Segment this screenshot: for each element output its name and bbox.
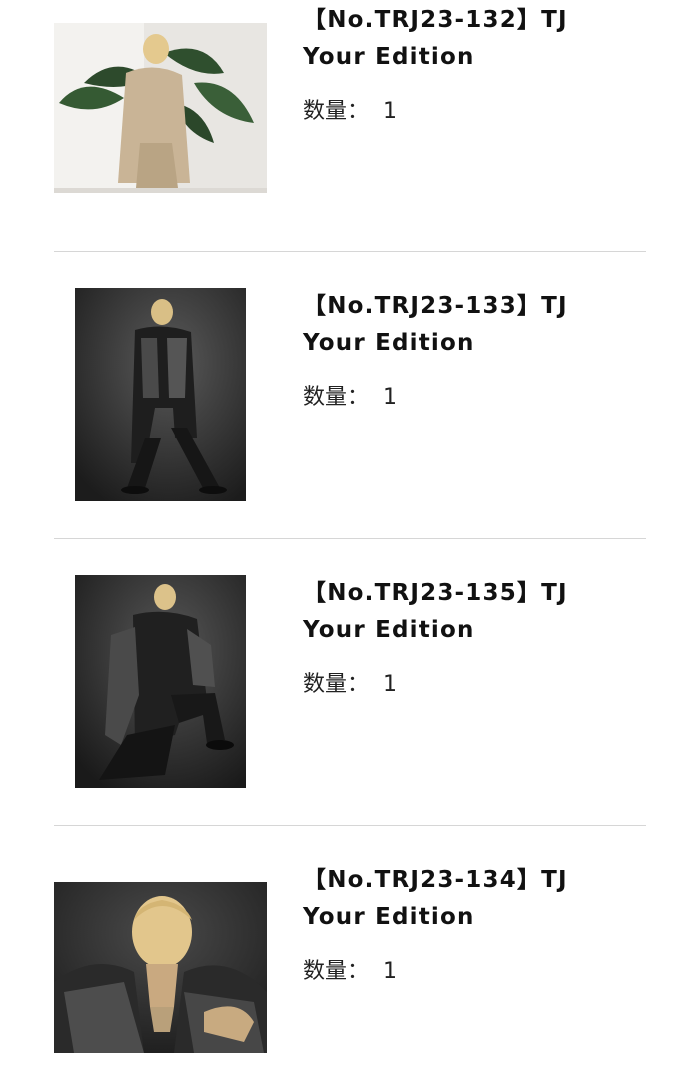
product-photo[interactable] bbox=[54, 23, 267, 193]
quantity: 数量： 1 bbox=[303, 670, 397, 700]
product-title[interactable]: 【No.TRJ23-135】TJ Your Edition bbox=[303, 575, 568, 649]
quantity: 数量： 1 bbox=[303, 957, 397, 987]
quantity-value: 1 bbox=[383, 99, 398, 124]
product-photo-graphic bbox=[54, 882, 267, 1053]
quantity: 数量： 1 bbox=[303, 383, 397, 413]
product-title-line2: Your Edition bbox=[303, 330, 475, 356]
list-item[interactable]: 【No.TRJ23-134】TJ Your Edition 数量： 1 bbox=[0, 826, 673, 1080]
quantity-label: 数量： bbox=[303, 959, 370, 984]
product-title[interactable]: 【No.TRJ23-134】TJ Your Edition bbox=[303, 862, 568, 936]
quantity-value: 1 bbox=[383, 672, 398, 697]
product-photo[interactable] bbox=[75, 575, 246, 788]
product-title[interactable]: 【No.TRJ23-132】TJ Your Edition bbox=[303, 2, 568, 76]
product-title-line1: 【No.TRJ23-133】TJ bbox=[303, 293, 568, 319]
list-item[interactable]: 【No.TRJ23-135】TJ Your Edition 数量： 1 bbox=[0, 539, 673, 824]
product-title-line2: Your Edition bbox=[303, 44, 475, 70]
quantity: 数量： 1 bbox=[303, 97, 397, 127]
quantity-value: 1 bbox=[383, 959, 398, 984]
product-title-line1: 【No.TRJ23-132】TJ bbox=[303, 7, 568, 33]
product-title-line2: Your Edition bbox=[303, 617, 475, 643]
product-photo-graphic bbox=[54, 23, 267, 193]
quantity-label: 数量： bbox=[303, 99, 370, 124]
product-title[interactable]: 【No.TRJ23-133】TJ Your Edition bbox=[303, 288, 568, 362]
product-title-line2: Your Edition bbox=[303, 904, 475, 930]
product-photo[interactable] bbox=[75, 288, 246, 501]
product-photo[interactable] bbox=[54, 882, 267, 1053]
product-title-line1: 【No.TRJ23-135】TJ bbox=[303, 580, 568, 606]
quantity-value: 1 bbox=[383, 385, 398, 410]
product-photo-graphic bbox=[75, 288, 246, 501]
list-item[interactable]: 【No.TRJ23-133】TJ Your Edition 数量： 1 bbox=[0, 252, 673, 537]
quantity-label: 数量： bbox=[303, 672, 370, 697]
quantity-label: 数量： bbox=[303, 385, 370, 410]
product-title-line1: 【No.TRJ23-134】TJ bbox=[303, 867, 568, 893]
product-photo-graphic bbox=[75, 575, 246, 788]
list-item[interactable]: 【No.TRJ23-132】TJ Your Edition 数量： 1 bbox=[0, 0, 673, 250]
